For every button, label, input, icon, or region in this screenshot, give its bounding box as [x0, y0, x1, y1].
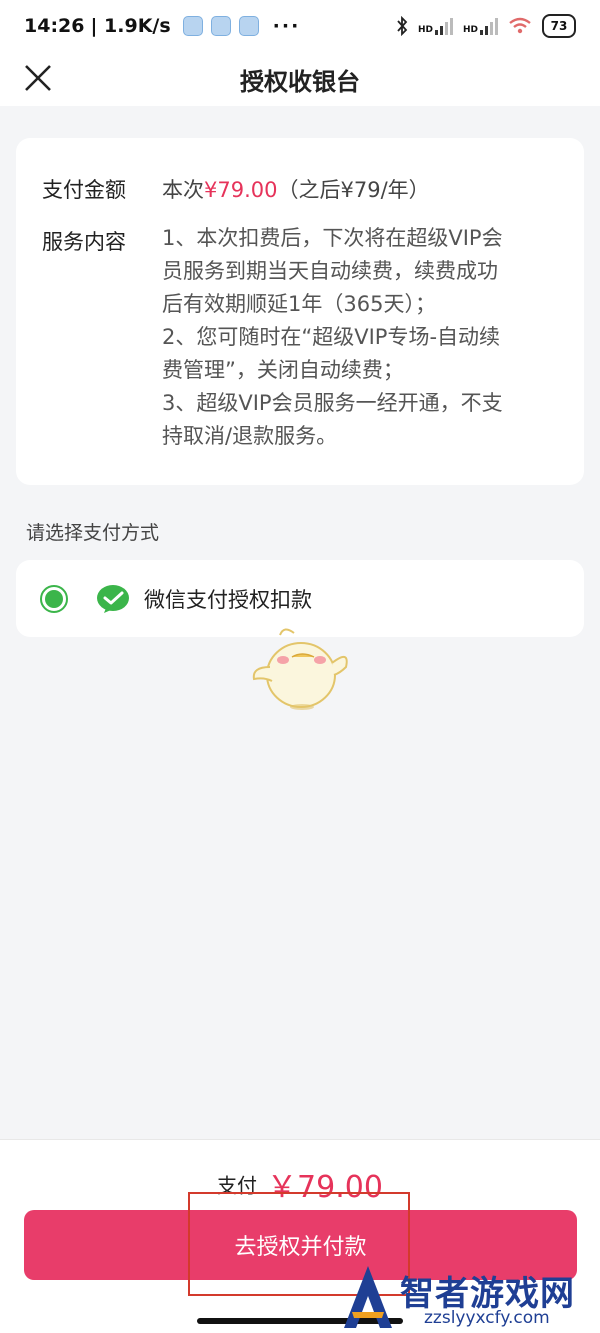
bluetooth-icon	[397, 16, 408, 36]
watermark-url: zzslyyxcfy.com	[424, 1308, 550, 1328]
battery-icon: 73	[542, 14, 576, 38]
service-row: 服务内容 1、本次扣费后，下次将在超级VIP会 员服务到期当天自动续费，续费成功…	[42, 226, 558, 453]
close-icon[interactable]	[20, 60, 56, 96]
site-watermark: 智者游戏网 zzslyyxcfy.com	[338, 1262, 600, 1333]
service-line: 持取消/退款服务。	[162, 424, 338, 448]
page-title: 授权收银台	[240, 67, 360, 96]
nav-bar: 授权收银台	[0, 52, 600, 106]
watermark-logo-icon	[344, 1266, 392, 1328]
mascot-chick-icon	[252, 628, 348, 710]
amount-value: 本次¥79.00（之后¥79/年）	[162, 174, 430, 204]
app-notification-icon	[182, 16, 203, 36]
order-info-card: 支付金额 本次¥79.00（之后¥79/年） 服务内容 1、本次扣费后，下次将在…	[16, 138, 584, 485]
payment-section-title: 请选择支付方式	[26, 522, 160, 544]
more-notifications-icon: ···	[272, 15, 301, 37]
payment-method-label: 微信支付授权扣款	[144, 587, 312, 612]
amount-label: 支付金额	[42, 178, 126, 202]
signal-icon	[434, 17, 453, 35]
service-line: 1、本次扣费后，下次将在超级VIP会	[162, 226, 503, 250]
status-time: 14:26	[24, 15, 85, 37]
wechat-pay-icon	[97, 584, 129, 613]
app-notification-icon	[238, 16, 259, 36]
service-label: 服务内容	[42, 230, 126, 254]
signal-icon	[480, 17, 498, 35]
hd-badge: HD	[462, 25, 478, 35]
amount-row: 支付金额 本次¥79.00（之后¥79/年）	[42, 174, 558, 204]
service-content: 1、本次扣费后，下次将在超级VIP会 员服务到期当天自动续费，续费成功 后有效期…	[162, 222, 558, 453]
status-bar: 14:26 | 1.9K/s ··· HD HD 73	[0, 0, 600, 52]
status-right: HD HD 73	[396, 14, 576, 38]
signal-1: HD	[418, 17, 453, 35]
app-notification-icon	[210, 16, 231, 36]
service-line: 员服务到期当天自动续费，续费成功	[162, 259, 498, 283]
signal-2: HD	[463, 17, 498, 35]
hd-badge: HD	[417, 25, 433, 35]
amount-price: ¥79.00	[204, 178, 278, 202]
status-net-speed: | 1.9K/s	[90, 15, 171, 37]
service-line: 后有效期顺延1年（365天）；	[162, 292, 436, 316]
service-line: 费管理”，关闭自动续费；	[162, 358, 404, 382]
service-line: 2、您可随时在“超级VIP专场-自动续	[162, 325, 501, 349]
total-label: 支付	[217, 1173, 258, 1198]
amount-suffix: （之后¥79/年）	[277, 178, 430, 202]
total-amount: ￥79.00	[267, 1170, 383, 1205]
status-app-icons	[182, 16, 259, 36]
amount-prefix: 本次	[162, 178, 204, 202]
total-amount-row: 支付 ￥79.00	[0, 1162, 600, 1206]
radio-selected-icon[interactable]	[40, 584, 68, 613]
wifi-icon	[509, 17, 531, 34]
service-line: 3、超级VIP会员服务一经开通，不支	[162, 391, 503, 415]
